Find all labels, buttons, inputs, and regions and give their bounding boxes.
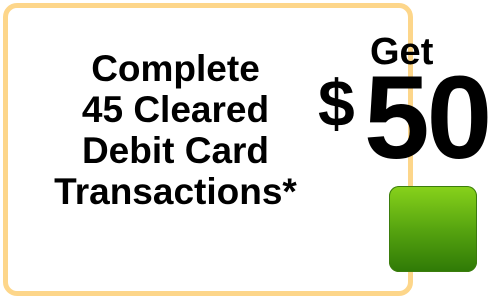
green-action-button[interactable] bbox=[389, 186, 477, 272]
promo-line-2: 45 Cleared bbox=[81, 89, 270, 130]
offer-currency-symbol: $ bbox=[318, 66, 355, 140]
promo-requirement-text: Complete 45 Cleared Debit Card Transacti… bbox=[34, 48, 317, 212]
promo-line-4: Transactions* bbox=[54, 171, 297, 212]
promo-line-3: Debit Card bbox=[81, 130, 270, 171]
offer-amount: 50 bbox=[364, 52, 492, 184]
promo-line-1: Complete bbox=[91, 48, 260, 89]
